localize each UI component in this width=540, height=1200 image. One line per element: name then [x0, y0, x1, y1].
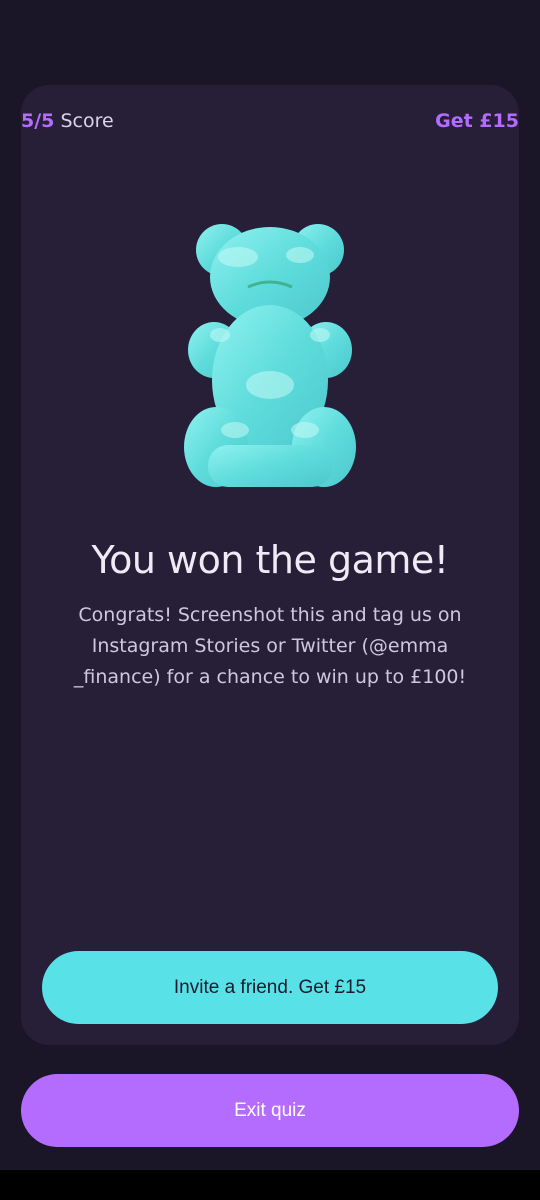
- result-title: You won the game!: [91, 538, 449, 582]
- score-label: Score: [60, 110, 114, 132]
- exit-quiz-button[interactable]: Exit quiz: [21, 1074, 519, 1147]
- result-message: Congrats! Screenshot this and tag us on …: [73, 604, 467, 688]
- system-navigation-bar: [0, 1170, 540, 1200]
- reward-link[interactable]: Get £15: [435, 110, 519, 132]
- gummy-bear-icon: [180, 215, 360, 505]
- score-display: 5/5 Score: [21, 110, 114, 132]
- score-value: 5/5: [21, 110, 55, 132]
- invite-friend-button[interactable]: Invite a friend. Get £15: [42, 951, 498, 1024]
